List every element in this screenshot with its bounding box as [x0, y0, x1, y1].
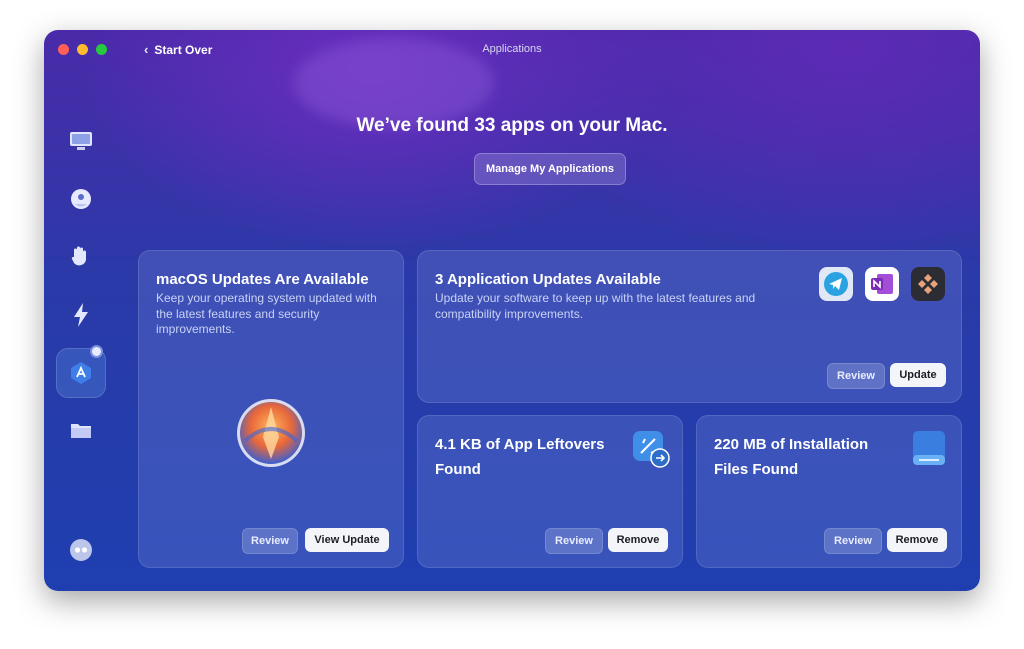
manage-applications-button[interactable]: Manage My Applications — [474, 153, 626, 185]
macos-card-title: macOS Updates Are Available — [156, 271, 369, 288]
sidebar-item-protection[interactable] — [56, 174, 106, 224]
sidebar-assistant[interactable] — [56, 525, 106, 575]
shield-ball-icon — [71, 189, 91, 209]
sidebar-item-files[interactable] — [56, 406, 106, 456]
macos-card-description: Keep your operating system updated with … — [156, 291, 377, 336]
update-button[interactable]: Update — [890, 363, 946, 387]
view-update-button[interactable]: View Update — [305, 528, 389, 552]
sidebar-item-speed[interactable] — [56, 290, 106, 340]
app-leftovers-icon — [633, 431, 670, 468]
window-title: Applications — [482, 43, 542, 55]
macos-updates-card: macOS Updates Are Available Keep your op… — [138, 250, 404, 568]
installation-title: 220 MB of Installation Files Found — [714, 436, 869, 478]
setapp-icon — [911, 267, 945, 301]
onenote-icon — [865, 267, 899, 301]
installer-disk-icon — [913, 431, 945, 465]
app-updates-description: Update your software to keep up with the… — [435, 291, 756, 321]
app-updates-review-button[interactable]: Review — [827, 363, 885, 389]
page-headline: We’ve found 33 apps on your Mac. — [356, 115, 668, 136]
installation-review-button[interactable]: Review — [824, 528, 882, 554]
app-window: ‹ Start Over Applications We’ve found 33… — [44, 30, 980, 591]
hand-icon — [71, 246, 86, 266]
leftovers-review-button[interactable]: Review — [545, 528, 603, 554]
macos-sequoia-icon — [237, 399, 305, 467]
macos-review-button[interactable]: Review — [242, 528, 298, 554]
sidebar-item-privacy[interactable] — [56, 232, 106, 282]
installation-remove-button[interactable]: Remove — [887, 528, 947, 552]
app-store-icon — [71, 362, 91, 384]
notification-badge — [90, 345, 103, 358]
installation-files-card: 220 MB of Installation Files Found Revie… — [696, 415, 962, 568]
leftovers-title: 4.1 KB of App Leftovers Found — [435, 436, 605, 478]
sidebar-item-applications[interactable] — [56, 345, 106, 398]
telegram-icon — [819, 267, 853, 301]
app-updates-card: 3 Application Updates Available Update y… — [417, 250, 962, 403]
assistant-icon — [70, 539, 92, 561]
app-updates-title: 3 Application Updates Available — [435, 271, 661, 288]
app-leftovers-card: 4.1 KB of App Leftovers Found Review Rem… — [417, 415, 683, 568]
leftovers-remove-button[interactable]: Remove — [608, 528, 668, 552]
bolt-icon — [74, 303, 88, 327]
folder-icon — [71, 424, 91, 438]
